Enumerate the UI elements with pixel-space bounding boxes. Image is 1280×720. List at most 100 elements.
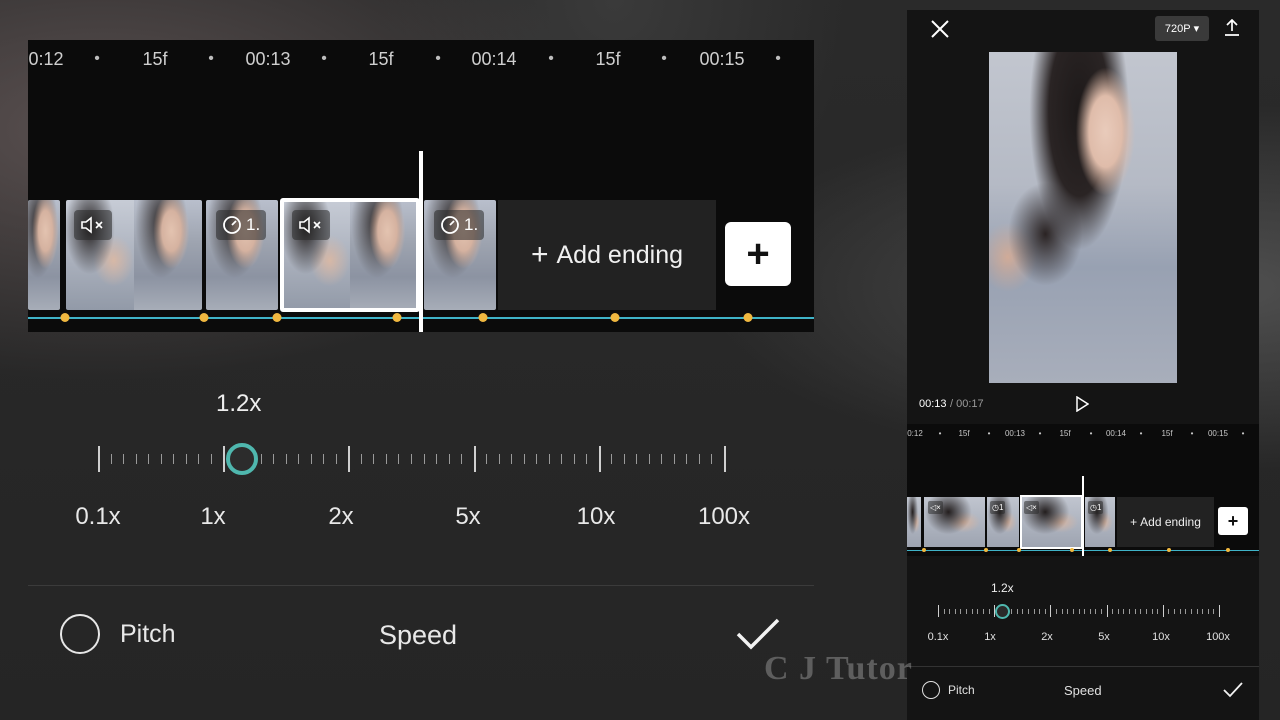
- slider-minor-tick: [636, 454, 638, 464]
- keyframe-dot[interactable]: [1108, 548, 1112, 552]
- divider: [28, 585, 814, 586]
- keyframe-dot[interactable]: [60, 313, 70, 322]
- slider-minor-tick: [385, 454, 387, 464]
- ruler-dot: •: [775, 50, 781, 67]
- slider-label: 10x: [576, 503, 616, 530]
- slider-minor-tick: [436, 454, 438, 464]
- resolution-dropdown[interactable]: 720P ▾: [1155, 16, 1209, 41]
- ruler-dot: •: [1139, 429, 1143, 438]
- slider-minor-tick: [1140, 608, 1142, 614]
- ruler-dot: •: [938, 429, 942, 438]
- ruler-label: 00:13: [245, 49, 291, 69]
- video-clip[interactable]: 1.: [424, 200, 496, 310]
- keyframe-dot[interactable]: [1017, 548, 1021, 552]
- ruler-label: 15f: [1059, 429, 1071, 438]
- selected-clip-frame[interactable]: [1020, 495, 1083, 549]
- speed-slider[interactable]: [98, 444, 726, 474]
- slider-minor-tick: [486, 454, 488, 464]
- ruler-dot: •: [321, 50, 327, 67]
- video-clip[interactable]: 1.: [206, 200, 278, 310]
- keyframe-dot[interactable]: [272, 313, 282, 322]
- selected-clip-frame[interactable]: [280, 198, 420, 312]
- export-icon[interactable]: [1224, 19, 1240, 37]
- speed-icon: [223, 216, 241, 234]
- play-icon[interactable]: [1075, 396, 1089, 412]
- video-clip[interactable]: [66, 200, 202, 310]
- keyframe-dot[interactable]: [392, 313, 402, 322]
- slider-minor-tick: [977, 608, 979, 614]
- slider-minor-tick: [398, 454, 400, 464]
- keyframe-dot[interactable]: [1070, 548, 1074, 552]
- confirm-check-icon[interactable]: [1223, 682, 1243, 698]
- add-clip-button[interactable]: +: [725, 222, 791, 286]
- keyframe-dot[interactable]: [922, 548, 926, 552]
- add-clip-button[interactable]: +: [1218, 507, 1248, 535]
- slider-minor-tick: [1011, 608, 1013, 614]
- panel-title: Speed: [379, 620, 458, 650]
- slider-minor-tick: [1067, 608, 1069, 614]
- add-ending-button[interactable]: + Add ending: [498, 200, 716, 310]
- mute-badge: [74, 210, 112, 240]
- playhead[interactable]: [1082, 476, 1084, 556]
- keyframe-dot[interactable]: [610, 313, 620, 322]
- slider-major-tick: [348, 446, 351, 472]
- video-clip[interactable]: ◷1: [1085, 497, 1115, 547]
- confirm-check-icon[interactable]: [736, 617, 780, 651]
- playhead[interactable]: [419, 151, 423, 332]
- video-clip[interactable]: ◷1: [987, 497, 1019, 547]
- video-clip[interactable]: ◁×: [924, 497, 985, 547]
- ruler-dot: •: [94, 50, 100, 67]
- slider-minor-tick: [1129, 608, 1131, 614]
- total-time: / 00:17: [950, 398, 984, 410]
- slider-minor-tick: [523, 454, 525, 464]
- video-clip[interactable]: [907, 497, 921, 547]
- slider-minor-tick: [548, 454, 550, 464]
- plus-icon: +: [1130, 515, 1138, 529]
- slider-minor-tick: [411, 454, 412, 464]
- pitch-label: Pitch: [948, 683, 975, 697]
- video-clip[interactable]: [28, 200, 60, 310]
- slider-minor-tick: [1039, 608, 1041, 614]
- keyframe-dot[interactable]: [1167, 548, 1171, 552]
- watermark: C J Tutor: [764, 650, 913, 687]
- slider-minor-tick: [1202, 608, 1204, 614]
- slider-minor-tick: [960, 608, 962, 614]
- slider-minor-tick: [1089, 608, 1091, 614]
- keyframe-dot[interactable]: [478, 313, 488, 322]
- slider-minor-tick: [1190, 608, 1192, 614]
- slider-minor-tick: [1207, 608, 1209, 614]
- keyframe-dot[interactable]: [743, 313, 753, 322]
- time-ruler: 0:12 • 15f • 00:13 • 15f • 00:14 • 15f •…: [28, 40, 814, 80]
- slider-label: 10x: [1152, 631, 1170, 643]
- slider-minor-tick: [1134, 608, 1136, 614]
- slider-minor-tick: [573, 454, 575, 464]
- ruler-label: 00:15: [699, 49, 745, 69]
- pitch-toggle[interactable]: [922, 681, 940, 699]
- speed-slider[interactable]: [938, 604, 1220, 618]
- video-preview[interactable]: [989, 52, 1177, 383]
- keyframe-dot[interactable]: [199, 313, 209, 322]
- slider-minor-tick: [711, 454, 713, 464]
- slider-minor-tick: [110, 454, 112, 464]
- speed-slider-handle[interactable]: [995, 604, 1010, 619]
- ruler-label: 00:15: [1207, 429, 1229, 438]
- slider-label: 0.1x: [75, 503, 121, 530]
- close-icon[interactable]: [929, 18, 951, 40]
- mute-icon: ◁×: [928, 501, 943, 514]
- add-ending-button[interactable]: + Add ending: [1117, 497, 1214, 547]
- add-ending-label: Add ending: [556, 240, 684, 269]
- keyframe-dot[interactable]: [984, 548, 988, 552]
- ruler-label: 15f: [368, 49, 394, 69]
- slider-minor-tick: [1078, 608, 1080, 614]
- speed-slider-handle[interactable]: [226, 443, 258, 475]
- speed-badge: 1.: [434, 210, 485, 240]
- divider: [907, 666, 1259, 667]
- ruler-label: 00:14: [471, 49, 517, 69]
- slider-minor-tick: [285, 454, 287, 464]
- plus-icon: +: [530, 238, 549, 271]
- slider-minor-tick: [1145, 608, 1147, 614]
- mute-icon: [81, 216, 103, 234]
- pitch-toggle[interactable]: [60, 614, 100, 654]
- keyframe-dot[interactable]: [1226, 548, 1230, 552]
- slider-minor-tick: [561, 454, 563, 464]
